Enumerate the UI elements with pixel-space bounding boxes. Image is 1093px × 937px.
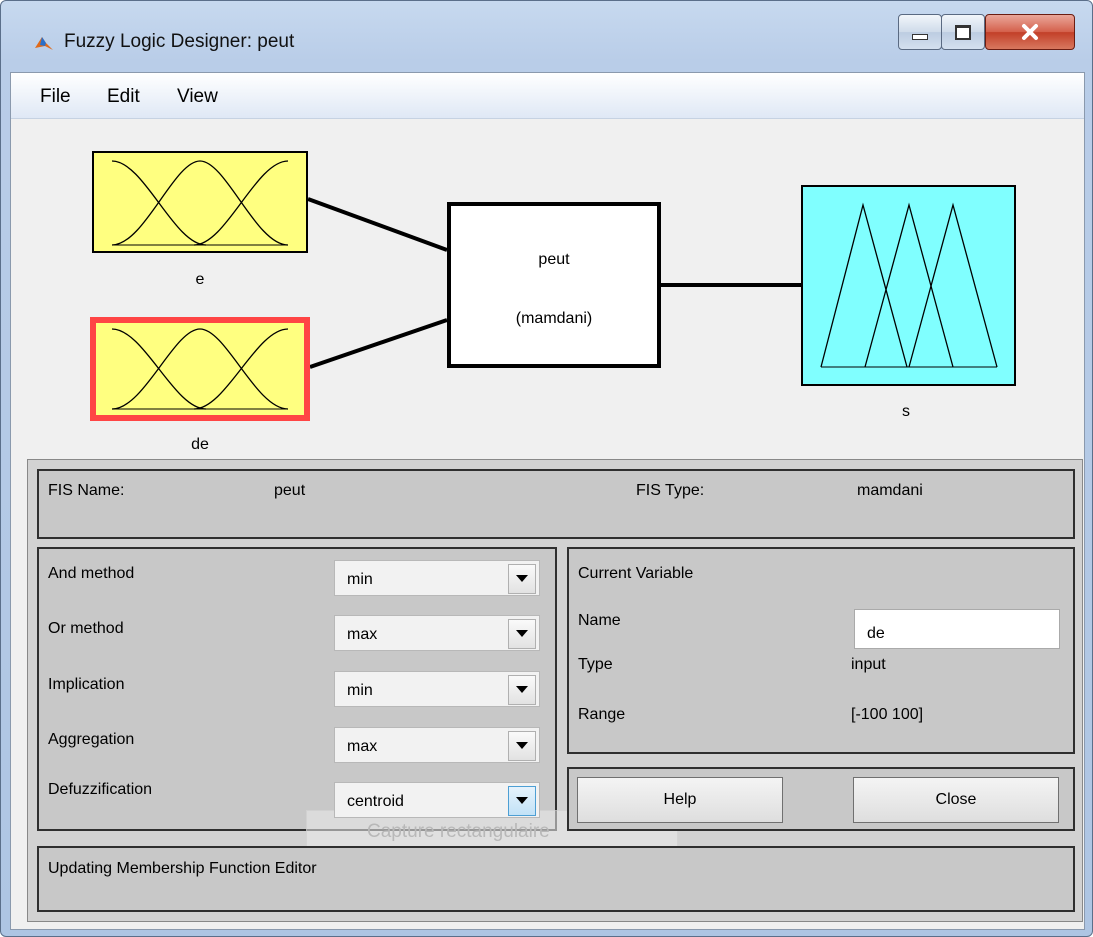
variable-name-label: Name (578, 612, 621, 629)
aggregation-label: Aggregation (48, 731, 135, 748)
aggregation-select[interactable]: max (334, 727, 540, 763)
chevron-down-icon[interactable] (508, 675, 536, 705)
chevron-down-icon[interactable] (508, 564, 536, 594)
minimize-button[interactable] (898, 14, 942, 50)
fis-info-panel (37, 469, 1075, 539)
fis-system-block[interactable] (447, 202, 661, 368)
menu-edit[interactable]: Edit (107, 86, 140, 108)
membership-functions-icon (111, 328, 289, 410)
close-button[interactable] (985, 14, 1075, 50)
input-label-de: de (191, 436, 209, 453)
maximize-button[interactable] (941, 14, 985, 50)
variable-type-label: Type (578, 656, 613, 673)
fis-type-value: mamdani (857, 482, 923, 499)
variable-name-input[interactable] (854, 609, 1060, 649)
system-type: (mamdani) (515, 310, 593, 327)
chevron-down-icon[interactable] (508, 619, 536, 649)
menu-view[interactable]: View (177, 86, 218, 108)
output-label-s: s (902, 403, 910, 420)
fis-type-label: FIS Type: (636, 482, 705, 499)
menu-file[interactable]: File (40, 86, 71, 108)
output-variable-s[interactable] (801, 185, 1016, 386)
variable-range-value: [-100 100] (851, 706, 924, 723)
defuzzification-value: centroid (347, 793, 404, 810)
or-method-value: max (347, 626, 378, 643)
current-variable-title: Current Variable (578, 565, 694, 582)
implication-label: Implication (48, 676, 125, 693)
minimize-icon (912, 34, 928, 40)
input-label-e: e (195, 271, 205, 288)
close-icon (1022, 24, 1038, 40)
status-text: Updating Membership Function Editor (48, 860, 317, 877)
or-method-label: Or method (48, 620, 124, 637)
aggregation-value: max (347, 738, 378, 755)
and-method-select[interactable]: min (334, 560, 540, 596)
maximize-icon (955, 24, 971, 40)
matlab-icon (34, 33, 54, 53)
status-panel (37, 846, 1075, 912)
implication-value: min (347, 682, 373, 699)
membership-functions-icon (111, 160, 289, 246)
tooltip-text: Capture rectangulaire (367, 821, 550, 842)
implication-select[interactable]: min (334, 671, 540, 707)
or-method-select[interactable]: max (334, 615, 540, 651)
help-button[interactable]: Help (577, 777, 783, 823)
chevron-down-icon[interactable] (508, 786, 536, 816)
system-name: peut (538, 251, 570, 268)
triangle-membership-functions-icon (820, 202, 998, 368)
close-dialog-button[interactable]: Close (853, 777, 1059, 823)
input-variable-de[interactable] (90, 317, 310, 421)
and-method-label: And method (48, 565, 135, 582)
defuzzification-label: Defuzzification (48, 781, 153, 798)
variable-type-value: input (851, 656, 886, 673)
variable-range-label: Range (578, 706, 626, 723)
input-variable-e[interactable] (92, 151, 308, 253)
defuzzification-select[interactable]: centroid (334, 782, 540, 818)
fis-name-value: peut (274, 482, 306, 499)
chevron-down-icon[interactable] (508, 731, 536, 761)
and-method-value: min (347, 571, 373, 588)
fis-name-label: FIS Name: (48, 482, 125, 499)
window-title: Fuzzy Logic Designer: peut (64, 31, 295, 52)
menu-bar (11, 73, 1084, 119)
